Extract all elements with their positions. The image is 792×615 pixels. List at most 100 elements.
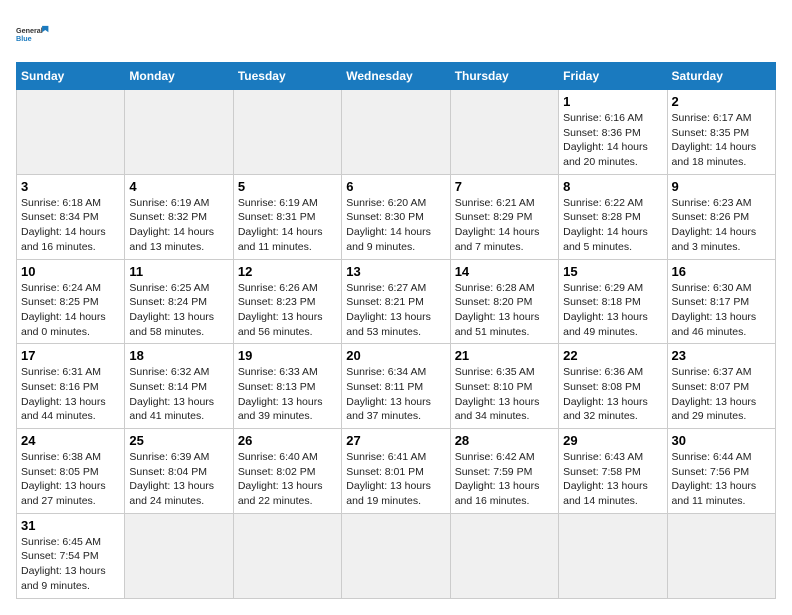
day-info: Sunrise: 6:41 AM Sunset: 8:01 PM Dayligh… — [346, 450, 445, 509]
day-number: 8 — [563, 179, 662, 194]
day-info: Sunrise: 6:44 AM Sunset: 7:56 PM Dayligh… — [672, 450, 771, 509]
calendar-cell: 25 Sunrise: 6:39 AM Sunset: 8:04 PM Dayli… — [125, 429, 233, 514]
calendar-cell: 31 Sunrise: 6:45 AM Sunset: 7:54 PM Dayli… — [17, 513, 125, 598]
day-number: 4 — [129, 179, 228, 194]
header-tuesday: Tuesday — [233, 63, 341, 90]
day-info: Sunrise: 6:31 AM Sunset: 8:16 PM Dayligh… — [21, 365, 120, 424]
day-number: 26 — [238, 433, 337, 448]
calendar-week-3: 10Sunrise: 6:24 AM Sunset: 8:25 PM Dayli… — [17, 259, 776, 344]
day-number: 15 — [563, 264, 662, 279]
day-info: Sunrise: 6:39 AM Sunset: 8:04 PM Dayligh… — [129, 450, 228, 509]
day-number: 22 — [563, 348, 662, 363]
calendar-cell — [125, 90, 233, 175]
calendar-cell: 17 Sunrise: 6:31 AM Sunset: 8:16 PM Dayli… — [17, 344, 125, 429]
svg-text:General: General — [16, 26, 43, 35]
day-number: 16 — [672, 264, 771, 279]
header-saturday: Saturday — [667, 63, 775, 90]
logo-icon: GeneralBlue — [16, 16, 52, 52]
calendar-week-6: 31 Sunrise: 6:45 AM Sunset: 7:54 PM Dayli… — [17, 513, 776, 598]
header-thursday: Thursday — [450, 63, 558, 90]
calendar-cell: 21 Sunrise: 6:35 AM Sunset: 8:10 PM Dayli… — [450, 344, 558, 429]
calendar-cell — [450, 90, 558, 175]
day-info: Sunrise: 6:30 AM Sunset: 8:17 PM Dayligh… — [672, 281, 771, 340]
day-number: 27 — [346, 433, 445, 448]
day-number: 18 — [129, 348, 228, 363]
day-number: 21 — [455, 348, 554, 363]
calendar-week-5: 24 Sunrise: 6:38 AM Sunset: 8:05 PM Dayli… — [17, 429, 776, 514]
day-info: Sunrise: 6:32 AM Sunset: 8:14 PM Dayligh… — [129, 365, 228, 424]
calendar-cell: 18 Sunrise: 6:32 AM Sunset: 8:14 PM Dayli… — [125, 344, 233, 429]
day-info: Sunrise: 6:27 AM Sunset: 8:21 PM Dayligh… — [346, 281, 445, 340]
day-number: 29 — [563, 433, 662, 448]
day-info: Sunrise: 6:33 AM Sunset: 8:13 PM Dayligh… — [238, 365, 337, 424]
calendar-cell: 7Sunrise: 6:21 AM Sunset: 8:29 PM Daylig… — [450, 174, 558, 259]
calendar-cell: 15Sunrise: 6:29 AM Sunset: 8:18 PM Dayli… — [559, 259, 667, 344]
calendar-cell: 16 Sunrise: 6:30 AM Sunset: 8:17 PM Dayli… — [667, 259, 775, 344]
day-info: Sunrise: 6:20 AM Sunset: 8:30 PM Dayligh… — [346, 196, 445, 255]
calendar-cell — [233, 90, 341, 175]
header-monday: Monday — [125, 63, 233, 90]
calendar-cell: 1Sunrise: 6:16 AM Sunset: 8:36 PM Daylig… — [559, 90, 667, 175]
header-wednesday: Wednesday — [342, 63, 450, 90]
day-info: Sunrise: 6:36 AM Sunset: 8:08 PM Dayligh… — [563, 365, 662, 424]
svg-text:Blue: Blue — [16, 34, 32, 43]
day-number: 19 — [238, 348, 337, 363]
day-number: 6 — [346, 179, 445, 194]
calendar-cell — [233, 513, 341, 598]
day-info: Sunrise: 6:25 AM Sunset: 8:24 PM Dayligh… — [129, 281, 228, 340]
calendar-cell: 22 Sunrise: 6:36 AM Sunset: 8:08 PM Dayli… — [559, 344, 667, 429]
calendar-cell: 11 Sunrise: 6:25 AM Sunset: 8:24 PM Dayli… — [125, 259, 233, 344]
calendar-cell: 14Sunrise: 6:28 AM Sunset: 8:20 PM Dayli… — [450, 259, 558, 344]
day-number: 30 — [672, 433, 771, 448]
day-info: Sunrise: 6:40 AM Sunset: 8:02 PM Dayligh… — [238, 450, 337, 509]
calendar-cell: 24 Sunrise: 6:38 AM Sunset: 8:05 PM Dayli… — [17, 429, 125, 514]
day-number: 23 — [672, 348, 771, 363]
calendar-cell: 30 Sunrise: 6:44 AM Sunset: 7:56 PM Dayli… — [667, 429, 775, 514]
day-info: Sunrise: 6:22 AM Sunset: 8:28 PM Dayligh… — [563, 196, 662, 255]
calendar-cell: 28Sunrise: 6:42 AM Sunset: 7:59 PM Dayli… — [450, 429, 558, 514]
calendar-cell — [667, 513, 775, 598]
day-info: Sunrise: 6:17 AM Sunset: 8:35 PM Dayligh… — [672, 111, 771, 170]
day-number: 3 — [21, 179, 120, 194]
calendar-cell — [342, 90, 450, 175]
day-number: 9 — [672, 179, 771, 194]
day-number: 11 — [129, 264, 228, 279]
calendar-header-row: SundayMondayTuesdayWednesdayThursdayFrid… — [17, 63, 776, 90]
calendar-cell — [125, 513, 233, 598]
day-info: Sunrise: 6:45 AM Sunset: 7:54 PM Dayligh… — [21, 535, 120, 594]
calendar-cell: 23Sunrise: 6:37 AM Sunset: 8:07 PM Dayli… — [667, 344, 775, 429]
calendar-week-4: 17 Sunrise: 6:31 AM Sunset: 8:16 PM Dayli… — [17, 344, 776, 429]
calendar-cell — [559, 513, 667, 598]
day-number: 5 — [238, 179, 337, 194]
calendar-cell: 2 Sunrise: 6:17 AM Sunset: 8:35 PM Daylig… — [667, 90, 775, 175]
day-number: 24 — [21, 433, 120, 448]
header: GeneralBlue — [16, 16, 776, 52]
day-number: 20 — [346, 348, 445, 363]
day-info: Sunrise: 6:19 AM Sunset: 8:32 PM Dayligh… — [129, 196, 228, 255]
day-info: Sunrise: 6:26 AM Sunset: 8:23 PM Dayligh… — [238, 281, 337, 340]
calendar-cell: 6 Sunrise: 6:20 AM Sunset: 8:30 PM Daylig… — [342, 174, 450, 259]
day-info: Sunrise: 6:18 AM Sunset: 8:34 PM Dayligh… — [21, 196, 120, 255]
calendar-week-2: 3 Sunrise: 6:18 AM Sunset: 8:34 PM Daylig… — [17, 174, 776, 259]
day-number: 12 — [238, 264, 337, 279]
day-info: Sunrise: 6:38 AM Sunset: 8:05 PM Dayligh… — [21, 450, 120, 509]
day-info: Sunrise: 6:24 AM Sunset: 8:25 PM Dayligh… — [21, 281, 120, 340]
day-number: 31 — [21, 518, 120, 533]
calendar-cell: 19 Sunrise: 6:33 AM Sunset: 8:13 PM Dayli… — [233, 344, 341, 429]
day-number: 2 — [672, 94, 771, 109]
calendar-cell: 10Sunrise: 6:24 AM Sunset: 8:25 PM Dayli… — [17, 259, 125, 344]
header-sunday: Sunday — [17, 63, 125, 90]
day-number: 1 — [563, 94, 662, 109]
day-info: Sunrise: 6:35 AM Sunset: 8:10 PM Dayligh… — [455, 365, 554, 424]
day-number: 14 — [455, 264, 554, 279]
calendar-cell: 29Sunrise: 6:43 AM Sunset: 7:58 PM Dayli… — [559, 429, 667, 514]
calendar-week-1: 1Sunrise: 6:16 AM Sunset: 8:36 PM Daylig… — [17, 90, 776, 175]
calendar-cell — [450, 513, 558, 598]
day-number: 17 — [21, 348, 120, 363]
day-info: Sunrise: 6:34 AM Sunset: 8:11 PM Dayligh… — [346, 365, 445, 424]
calendar-table: SundayMondayTuesdayWednesdayThursdayFrid… — [16, 62, 776, 599]
calendar-cell: 8 Sunrise: 6:22 AM Sunset: 8:28 PM Daylig… — [559, 174, 667, 259]
calendar-cell: 27 Sunrise: 6:41 AM Sunset: 8:01 PM Dayli… — [342, 429, 450, 514]
calendar-cell: 26 Sunrise: 6:40 AM Sunset: 8:02 PM Dayli… — [233, 429, 341, 514]
day-number: 25 — [129, 433, 228, 448]
